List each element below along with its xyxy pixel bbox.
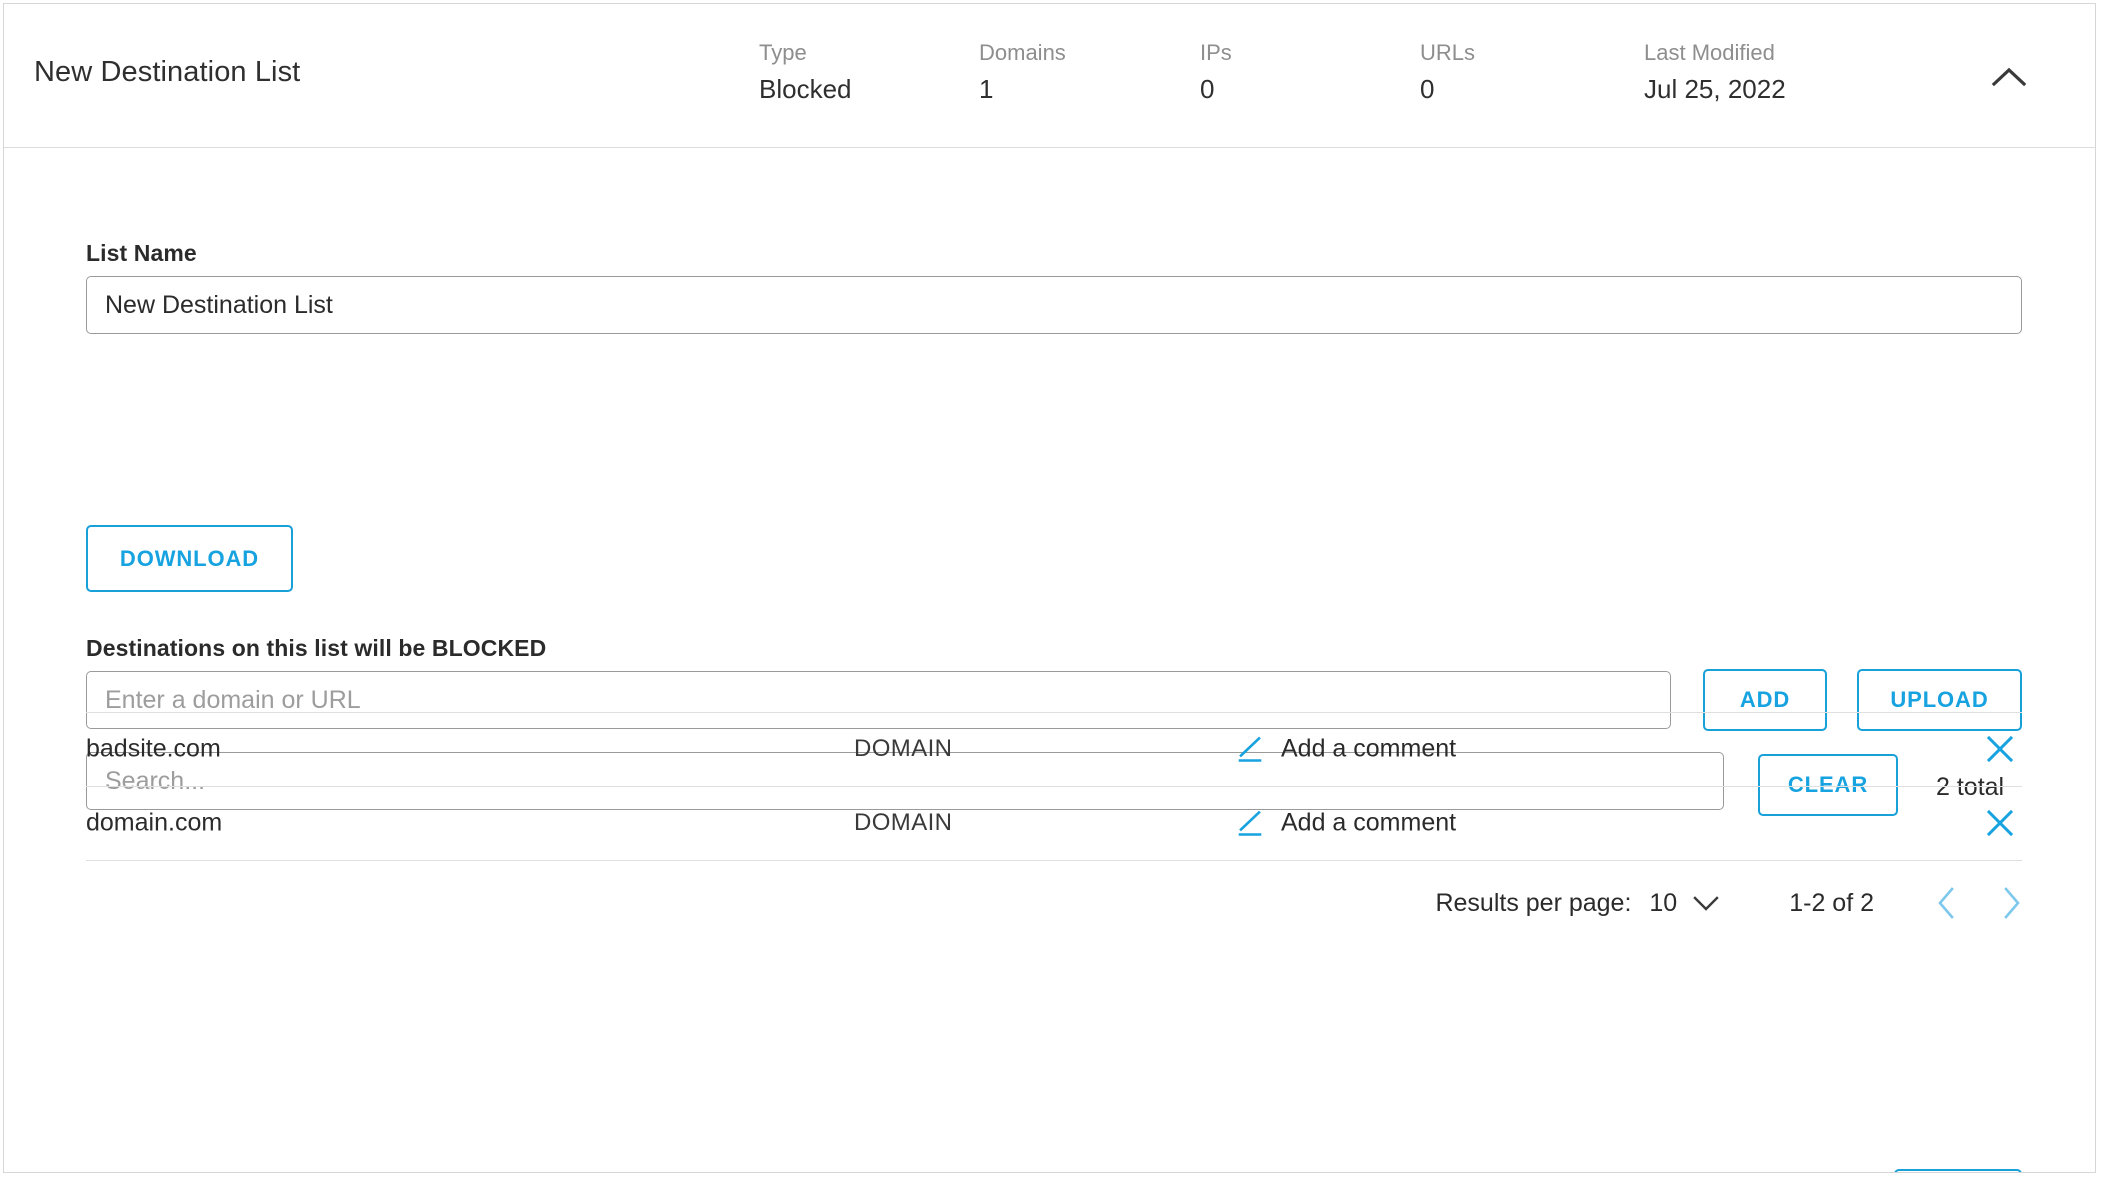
stat-last-modified: Last Modified Jul 25, 2022 [1644,39,1786,109]
stat-domains-label: Domains [979,40,1066,65]
list-name-input[interactable] [86,276,2022,334]
destination-type: DOMAIN [854,809,953,836]
destination-name: badsite.com [86,734,221,763]
pagination: Results per page: 10 1-2 of 2 [86,878,2022,928]
table-row: badsite.com DOMAIN Add a comment [86,712,2022,786]
stat-urls: URLs 0 [1420,39,1475,109]
add-comment-button[interactable]: Add a comment [1237,735,1456,764]
chevron-down-icon [1691,893,1721,913]
stat-ips-label: IPs [1200,40,1232,65]
stat-last-modified-value: Jul 25, 2022 [1644,74,1786,104]
card-header: New Destination List Type Blocked Domain… [4,4,2095,148]
stat-urls-label: URLs [1420,40,1476,65]
stat-urls-value: 0 [1420,74,1435,104]
card-body: List Name DOWNLOAD Destinations on this … [4,148,2095,1172]
pagination-range: 1-2 of 2 [1789,888,1874,917]
chevron-up-icon[interactable] [1983,52,2035,104]
pencil-icon [1237,809,1265,837]
results-per-page-value: 10 [1649,888,1678,917]
chevron-right-icon[interactable] [2000,886,2022,920]
results-per-page-select[interactable]: 10 [1649,889,1721,918]
destinations-label: Destinations on this list will be BLOCKE… [86,635,547,661]
close-icon[interactable] [1982,805,2018,841]
stat-domains-value: 1 [979,74,994,104]
list-name-label: List Name [86,240,197,266]
stat-type-label: Type [759,40,807,65]
stat-ips-value: 0 [1200,74,1215,104]
stat-type: Type Blocked [759,39,852,109]
chevron-left-icon[interactable] [1936,886,1958,920]
stat-last-modified-label: Last Modified [1644,40,1775,65]
add-comment-button[interactable]: Add a comment [1237,809,1456,838]
stat-type-value: Blocked [759,74,852,104]
download-button[interactable]: DOWNLOAD [86,525,293,592]
page-title: New Destination List [34,56,301,88]
destination-list-card: New Destination List Type Blocked Domain… [3,3,2096,1173]
stat-domains: Domains 1 [979,39,1066,109]
add-comment-label: Add a comment [1281,734,1457,763]
add-comment-label: Add a comment [1281,808,1457,837]
stat-ips: IPs 0 [1200,39,1232,109]
row-divider [86,860,2022,861]
save-button[interactable]: SAVE [1894,1169,2022,1172]
pencil-icon [1237,735,1265,763]
results-per-page-label: Results per page: [1435,888,1632,917]
destination-type: DOMAIN [854,735,953,762]
table-row: domain.com DOMAIN Add a comment [86,786,2022,860]
close-icon[interactable] [1982,731,2018,767]
destination-name: domain.com [86,808,223,837]
